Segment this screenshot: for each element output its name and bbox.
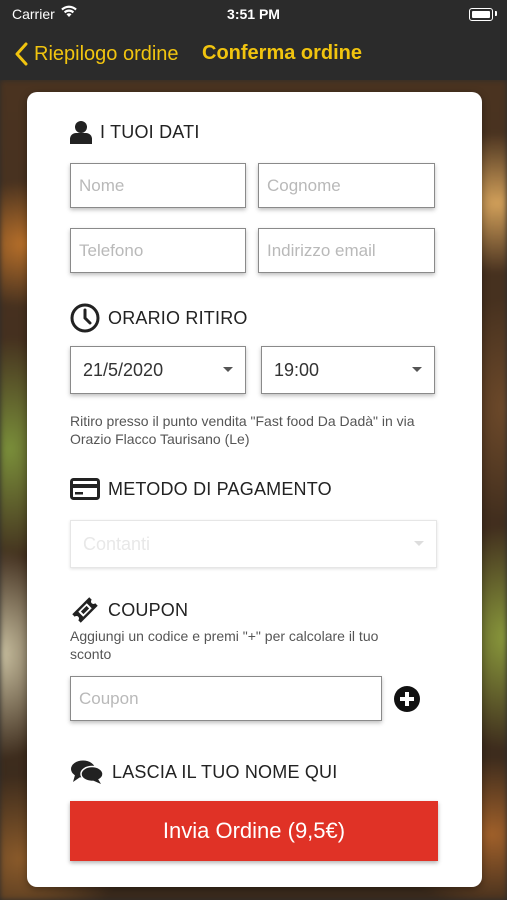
section-payment-title: METODO DI PAGAMENTO — [70, 478, 332, 500]
credit-card-icon — [70, 478, 100, 500]
pickup-time-value: 19:00 — [274, 359, 320, 380]
clock-icon — [70, 303, 100, 333]
section-personal-title: I TUOI DATI — [70, 120, 200, 144]
navigation-bar: Riepilogo ordine Conferma ordine — [0, 30, 507, 80]
section-payment-label: METODO DI PAGAMENTO — [108, 478, 332, 499]
status-bar: Carrier 3:51 PM — [0, 0, 507, 30]
back-button[interactable]: Riepilogo ordine — [14, 40, 179, 68]
chevron-left-icon — [15, 42, 28, 66]
pickup-date-value: 21/5/2020 — [83, 359, 164, 380]
clock-time: 3:51 PM — [227, 6, 280, 22]
section-coupon-label: COUPON — [108, 599, 189, 620]
surname-field[interactable] — [258, 163, 435, 208]
coupon-field[interactable] — [70, 676, 382, 721]
coupon-instructions: Aggiungi un codice e premi "+" per calco… — [70, 628, 379, 662]
phone-field[interactable] — [70, 228, 246, 273]
section-pickup-label: ORARIO RITIRO — [108, 307, 248, 328]
email-field[interactable] — [258, 228, 435, 273]
pickup-time-select[interactable]: 19:00 — [261, 346, 435, 394]
back-label: Riepilogo ordine — [34, 42, 179, 65]
battery-tip — [495, 11, 497, 16]
plus-circle-icon — [394, 686, 420, 712]
page-title: Conferma ordine — [202, 42, 363, 64]
submit-order-label: Invia Ordine (9,5€) — [162, 818, 346, 843]
section-coupon-title: COUPON — [70, 595, 188, 625]
pickup-location-note: Ritiro presso il punto vendita "Fast foo… — [70, 413, 415, 447]
add-coupon-button[interactable] — [393, 685, 421, 713]
payment-method-select[interactable]: Contanti — [70, 520, 437, 568]
pickup-date-select[interactable]: 21/5/2020 — [70, 346, 246, 394]
ticket-icon — [70, 595, 100, 625]
submit-order-button[interactable]: Invia Ordine (9,5€) — [70, 801, 438, 861]
section-name-note-title: LASCIA IL TUO NOME QUI — [70, 759, 337, 785]
chevron-down-icon — [223, 367, 233, 372]
section-pickup-title: ORARIO RITIRO — [70, 303, 248, 333]
order-form-card: I TUOI DATI ORARIO RITIRO 21/5/2020 19:0… — [27, 92, 482, 887]
payment-method-value: Contanti — [83, 533, 151, 554]
chat-bubbles-icon — [70, 759, 104, 785]
chevron-down-icon — [412, 367, 422, 372]
battery-icon — [469, 8, 493, 21]
section-personal-label: I TUOI DATI — [100, 121, 200, 142]
name-field[interactable] — [70, 163, 246, 208]
user-icon — [70, 120, 92, 144]
section-name-note-label: LASCIA IL TUO NOME QUI — [112, 761, 338, 782]
chevron-down-icon — [414, 541, 424, 546]
